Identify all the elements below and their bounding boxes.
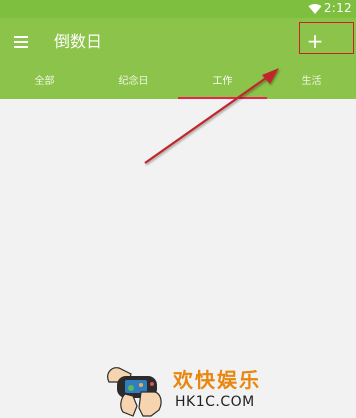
status-bar: 2:12 <box>0 0 356 18</box>
gamepad-hands-icon <box>107 367 162 417</box>
app-screen: 2:12 倒数日 + 全部 纪念日 工作 生活 欢快娱乐 HK1C.COM <box>0 0 356 418</box>
tab-all[interactable]: 全部 <box>0 66 89 99</box>
tab-work[interactable]: 工作 <box>178 66 267 99</box>
menu-icon[interactable] <box>10 30 34 54</box>
watermark-logo: 欢快娱乐 HK1C.COM <box>103 360 263 418</box>
tab-bar: 全部 纪念日 工作 生活 <box>0 66 356 99</box>
watermark-title: 欢快娱乐 <box>173 368 261 392</box>
watermark-domain: HK1C.COM <box>175 394 255 410</box>
page-title: 倒数日 <box>54 32 103 51</box>
tab-life[interactable]: 生活 <box>267 66 356 99</box>
annotation-highlight-box <box>299 22 354 54</box>
status-time: 2:12 <box>323 1 352 15</box>
wifi-icon <box>308 3 322 15</box>
tab-anniversary[interactable]: 纪念日 <box>89 66 178 99</box>
